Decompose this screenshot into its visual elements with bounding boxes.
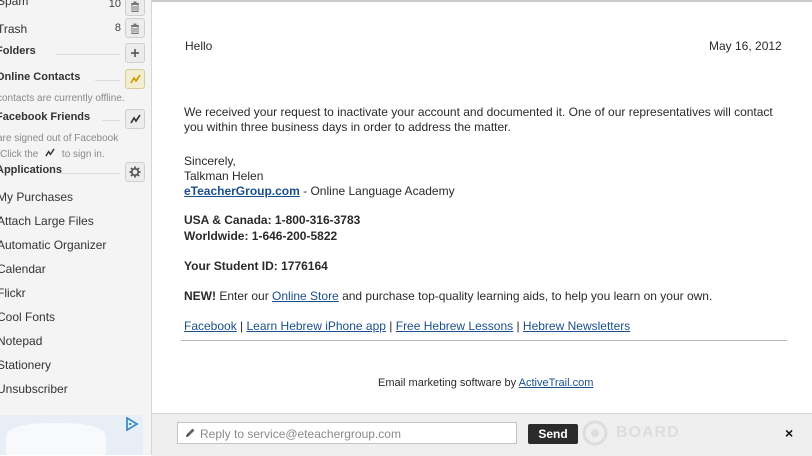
- watermark-logo: BOARD: [582, 420, 732, 446]
- facebook-link[interactable]: Facebook: [184, 319, 237, 333]
- section-online-contacts: Online Contacts: [0, 69, 151, 89]
- divider: [56, 54, 120, 55]
- signer-name: Talkman Helen: [184, 169, 264, 183]
- link-separator: |: [236, 319, 247, 333]
- activetrail-link[interactable]: ActiveTrail.com: [519, 377, 594, 389]
- phone-usa: USA & Canada: 1-800-316-3783: [184, 213, 361, 227]
- app-item[interactable]: Notepad: [0, 334, 42, 348]
- sidebar: Spam 10 Trash 8 Folders Online Contacts …: [0, 0, 152, 455]
- body-line-2: you within three business days in order …: [184, 120, 511, 134]
- top-border: [152, 0, 812, 2]
- free-lessons-link[interactable]: Free Hebrew Lessons: [396, 319, 513, 333]
- online-store-link[interactable]: Online Store: [272, 289, 339, 303]
- reply-input[interactable]: Reply to service@eteachergroup.com: [177, 422, 517, 444]
- ad-map-image: [6, 423, 106, 455]
- divider: [95, 80, 120, 81]
- app-item[interactable]: Unsubscriber: [0, 382, 68, 396]
- iphone-app-link[interactable]: Learn Hebrew iPhone app: [247, 319, 386, 333]
- divider: [181, 340, 787, 341]
- app-item[interactable]: Automatic Organizer: [0, 238, 106, 252]
- section-applications: Applications: [0, 162, 151, 182]
- close-icon[interactable]: ×: [785, 425, 793, 441]
- promo-text: and purchase top-quality learning aids, …: [338, 289, 713, 303]
- status-icon: [129, 114, 141, 123]
- phone-worldwide: Worldwide: 1-646-200-5822: [184, 229, 338, 243]
- greeting: Hello: [185, 39, 213, 53]
- sincerely: Sincerely,: [184, 154, 236, 168]
- status-icon: [129, 74, 141, 83]
- student-id: Your Student ID: 1776164: [184, 259, 328, 273]
- app-item[interactable]: Stationery: [0, 358, 51, 372]
- note-text: to sign in.: [61, 149, 105, 160]
- link-separator: |: [513, 319, 523, 333]
- link-separator: |: [385, 319, 396, 333]
- company-line: eTeacherGroup.com - Online Language Acad…: [184, 184, 455, 198]
- applications-settings-button[interactable]: [125, 162, 145, 182]
- gear-icon: [129, 166, 141, 178]
- send-button[interactable]: Send: [528, 424, 578, 444]
- message-date: May 16, 2012: [709, 39, 782, 53]
- app-item[interactable]: Cool Fonts: [0, 310, 55, 324]
- status-icon: [45, 148, 55, 157]
- trash-icon[interactable]: [125, 18, 145, 38]
- app-item[interactable]: Flickr: [0, 286, 26, 300]
- online-status-button[interactable]: [125, 69, 145, 89]
- plus-icon: [131, 49, 139, 57]
- app-item[interactable]: My Purchases: [0, 190, 73, 204]
- promo-text: Enter our: [216, 289, 273, 303]
- message-pane: Hello May 16, 2012 We received your requ…: [152, 0, 812, 455]
- note-text: Click the: [0, 149, 39, 160]
- section-title: Facebook Friends: [0, 111, 91, 123]
- marketing-footer: Email marketing software by ActiveTrail.…: [378, 377, 593, 389]
- divider: [60, 173, 120, 174]
- adchoices-icon[interactable]: [125, 417, 139, 431]
- footer-links: Facebook | Learn Hebrew iPhone app | Fre…: [184, 319, 630, 333]
- section-title: Applications: [0, 164, 63, 176]
- app-item[interactable]: Calendar: [0, 262, 46, 276]
- section-facebook-friends: Facebook Friends: [0, 109, 151, 129]
- folder-count: 8: [114, 22, 121, 34]
- section-title: Online Contacts: [0, 71, 81, 83]
- facebook-connect-button[interactable]: [125, 109, 145, 129]
- section-folders: Folders: [0, 43, 151, 63]
- facebook-note: are signed out of Facebook: [0, 133, 119, 144]
- divider: [102, 120, 120, 121]
- section-title: Folders: [0, 45, 36, 57]
- folder-count: 10: [108, 0, 121, 10]
- company-suffix: - Online Language Academy: [299, 184, 455, 198]
- app-item[interactable]: Attach Large Files: [0, 214, 94, 228]
- company-link[interactable]: eTeacherGroup.com: [184, 184, 300, 198]
- add-folder-button[interactable]: [125, 43, 145, 63]
- quick-reply-bar: Reply to service@eteachergroup.com Send …: [152, 413, 812, 456]
- watermark-text: BOARD: [616, 424, 680, 441]
- promo-line: NEW! Enter our Online Store and purchase…: [184, 289, 712, 303]
- facebook-signin-note: Click the to sign in.: [0, 148, 105, 160]
- pencil-icon: [186, 428, 195, 437]
- body-line-1: We received your request to inactivate y…: [184, 105, 773, 119]
- folder-label: Spam: [0, 0, 29, 8]
- promo-new-tag: NEW!: [184, 289, 216, 303]
- reply-placeholder: Reply to service@eteachergroup.com: [200, 427, 401, 441]
- trash-icon[interactable]: [125, 0, 145, 16]
- newsletters-link[interactable]: Hebrew Newsletters: [523, 319, 630, 333]
- folder-label: Trash: [0, 22, 28, 36]
- contacts-note: contacts are currently offline.: [0, 93, 125, 104]
- watermark-icon: [582, 420, 608, 446]
- marketing-text: Email marketing software by: [378, 377, 519, 389]
- advertisement[interactable]: [0, 415, 143, 455]
